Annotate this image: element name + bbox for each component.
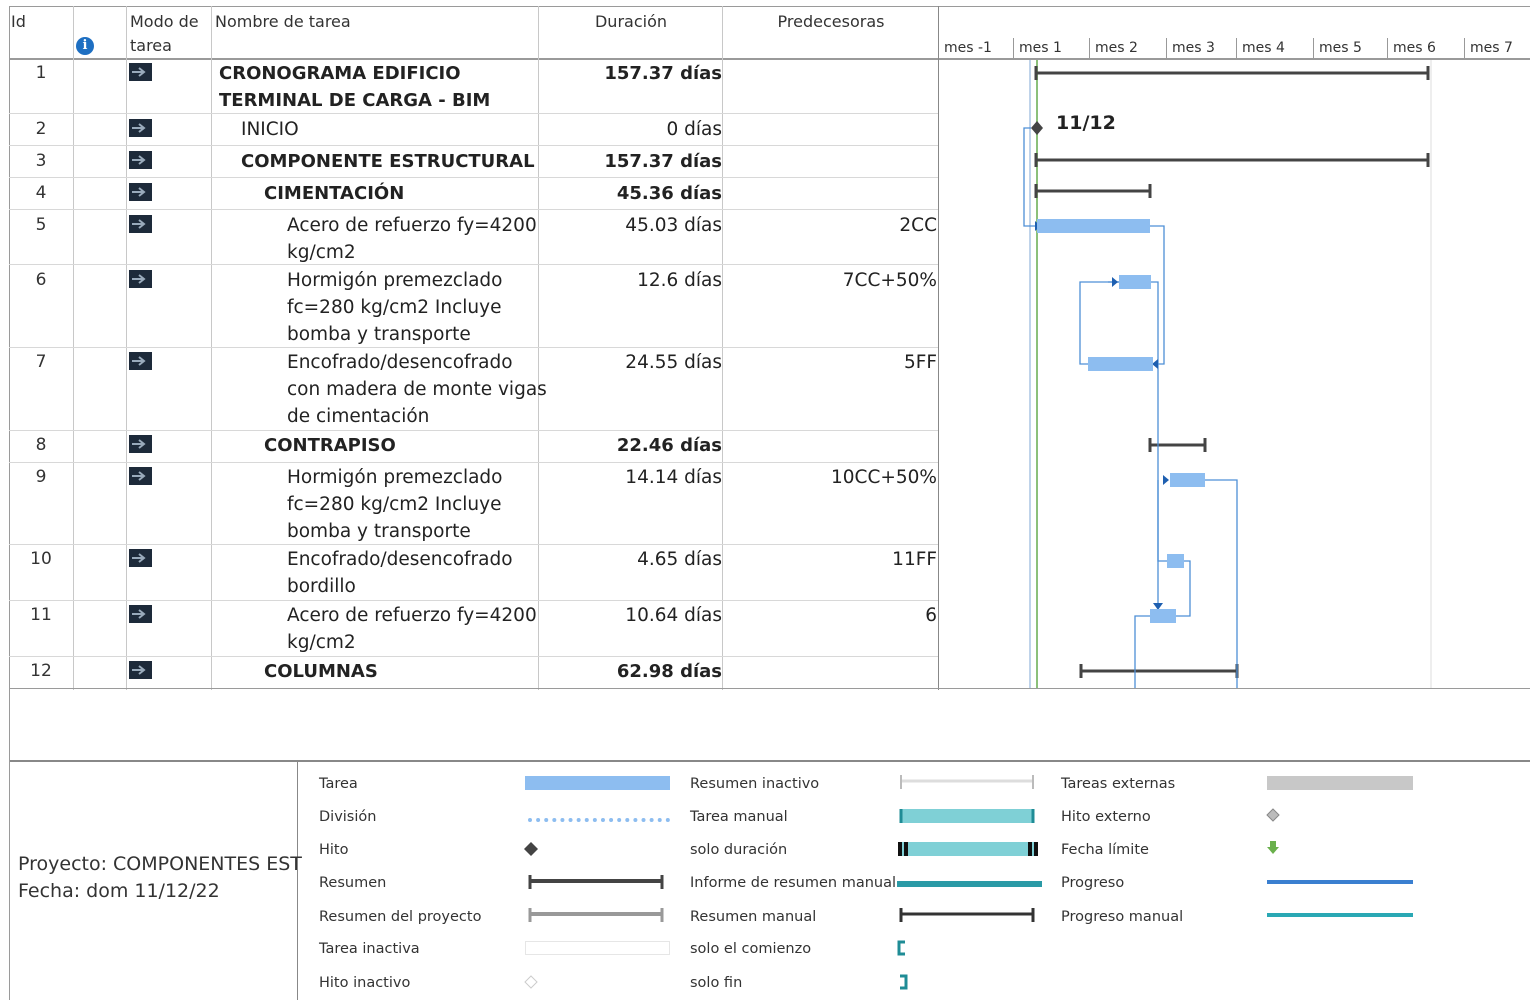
milestone-marker (1031, 121, 1043, 135)
legend-duration-only-swatch (898, 842, 1038, 856)
legend-manual-task-swatch (899, 809, 1035, 823)
task-bar-9 (1170, 473, 1205, 487)
legend-finish-only-icon (900, 974, 908, 990)
legend-label: Tarea inactiva (319, 941, 420, 957)
dependency-links (1023, 127, 1238, 688)
task-bar-11 (1150, 609, 1176, 623)
legend-inactive-milestone-icon (524, 975, 538, 989)
deadline-arrow-icon (1267, 841, 1279, 854)
task-bar-6 (1119, 275, 1151, 289)
legend-label: Resumen del proyecto (319, 909, 482, 925)
legend-summary-swatch (528, 875, 664, 889)
project-date: Fecha: dom 11/12/22 (18, 880, 220, 902)
legend-external-milestone-icon (1266, 808, 1280, 822)
legend-label: Resumen inactivo (690, 776, 820, 792)
legend-inactive-task-swatch (525, 941, 670, 955)
footer-top-border (9, 760, 1530, 762)
legend-task-swatch (525, 776, 670, 790)
task-bar-7 (1088, 357, 1153, 371)
legend-label: Hito inactivo (319, 975, 411, 991)
legend-milestone-icon (524, 842, 538, 856)
legend-manual-progress-swatch (1267, 913, 1413, 917)
legend-label: solo fin (690, 975, 743, 991)
summary-bar-1 (1034, 66, 1430, 80)
legend-external-tasks-swatch (1267, 776, 1413, 790)
summary-bar-12 (1079, 664, 1239, 678)
gantt-chart (1023, 60, 1432, 688)
summary-bar-4 (1034, 184, 1152, 198)
legend-label: Progreso (1061, 875, 1125, 891)
legend-label: solo duración (690, 842, 788, 858)
summary-bar-3 (1034, 153, 1430, 167)
task-bar-5 (1037, 219, 1150, 233)
footer-divider (297, 762, 298, 1000)
legend-label: Resumen (319, 875, 387, 891)
legend-label: Informe de resumen manual (690, 875, 896, 891)
legend-progress-swatch (1267, 880, 1413, 884)
milestone-label: 11/12 (1056, 112, 1116, 134)
legend-label: Tarea manual (690, 809, 788, 825)
legend-label: Tarea (319, 776, 358, 792)
legend-label: División (319, 809, 377, 825)
legend-label: Fecha límite (1061, 842, 1149, 858)
legend-label: Tareas externas (1061, 776, 1176, 792)
link-arrowheads (1035, 221, 1184, 610)
legend-split-swatch (528, 818, 670, 822)
legend-label: Hito (319, 842, 349, 858)
footer-left-border (9, 688, 10, 1000)
legend-label: solo el comienzo (690, 941, 812, 957)
legend-start-only-icon (897, 940, 905, 956)
legend-manual-summary-swatch (899, 908, 1035, 922)
legend-label: Hito externo (1061, 809, 1151, 825)
legend-project-summary-swatch (528, 908, 664, 922)
task-bar-10 (1167, 554, 1184, 568)
project-name: Proyecto: COMPONENTES EST (18, 853, 302, 875)
legend-inactive-summary-swatch (900, 775, 1034, 789)
legend-manual-summary-report-swatch (897, 881, 1042, 887)
legend-label: Progreso manual (1061, 909, 1184, 925)
legend-label: Resumen manual (690, 909, 817, 925)
